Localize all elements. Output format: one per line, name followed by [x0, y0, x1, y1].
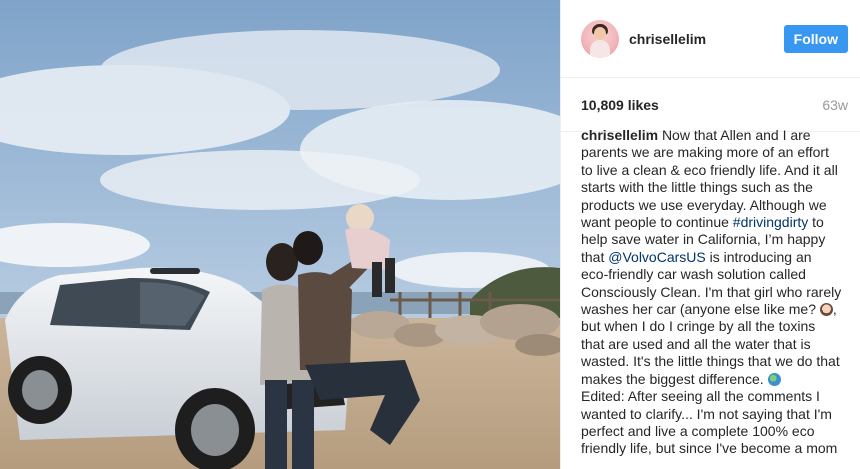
likes-count[interactable]: 10,809 likes	[581, 97, 659, 113]
caption-mention[interactable]: @VolvoCarsUS	[608, 249, 705, 265]
avatar[interactable]	[581, 19, 619, 58]
author-username[interactable]: chrisellelim	[629, 31, 784, 47]
post-header: chrisellelim Follow	[561, 0, 860, 78]
caption-block: chrisellelim Now that Allen and I are pa…	[581, 127, 842, 458]
caption-hashtag[interactable]: #drivingdirty	[733, 214, 808, 230]
post-meta: 10,809 likes 63w	[561, 78, 860, 132]
woman-facepalm-emoji-icon	[819, 303, 833, 317]
post-caption: chrisellelim Now that Allen and I are pa…	[561, 127, 860, 458]
post-photo[interactable]	[0, 0, 560, 469]
follow-button[interactable]: Follow	[783, 24, 848, 53]
instagram-post: chrisellelim Follow 10,809 likes 63w chr…	[0, 0, 860, 469]
family-car-photo	[0, 0, 560, 469]
avatar-face	[594, 26, 606, 40]
caption-edited: Edited: After seeing all the comments I …	[581, 388, 838, 457]
earth-globe-emoji-icon	[767, 372, 781, 386]
avatar-body	[590, 39, 610, 58]
caption-username[interactable]: chrisellelim	[581, 127, 658, 143]
post-age[interactable]: 63w	[822, 97, 848, 113]
post-sidebar: chrisellelim Follow 10,809 likes 63w chr…	[560, 0, 860, 469]
